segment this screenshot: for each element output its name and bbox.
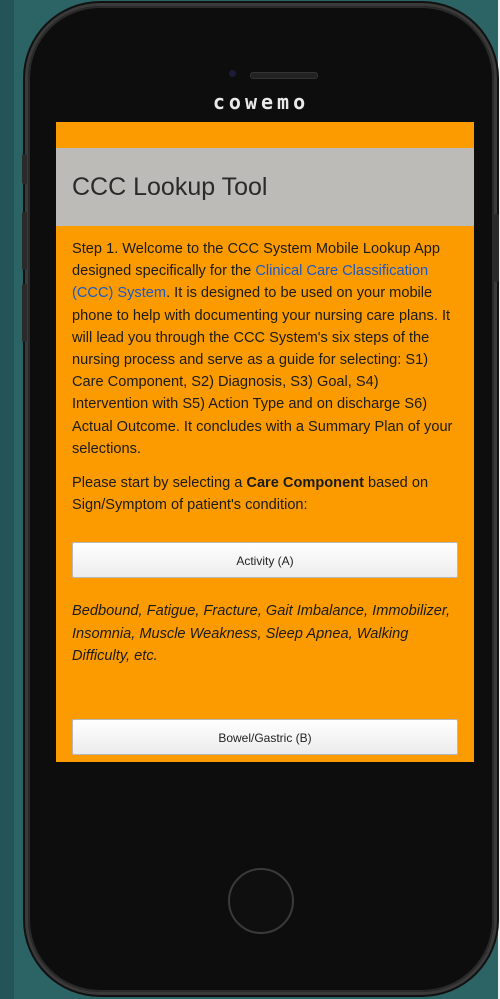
home-button[interactable]: [228, 868, 294, 934]
backdrop-edge: [0, 0, 14, 999]
power-button: [494, 214, 499, 282]
intro-text: Step 1. Welcome to the CCC System Mobile…: [72, 238, 458, 460]
intro-text-end: . It is designed to be used on your mobi…: [72, 285, 453, 457]
bowel-gastric-button[interactable]: Bowel/Gastric (B): [72, 719, 458, 756]
phone-brand-logo: cowemo: [212, 90, 310, 114]
activity-button[interactable]: Activity (A): [72, 542, 458, 579]
volume-down-button: [22, 284, 27, 342]
activity-examples: Bedbound, Fatigue, Fracture, Gait Imbala…: [72, 603, 450, 664]
prompt-care-component: Care Component: [246, 475, 364, 492]
app-header: CCC Lookup Tool: [56, 148, 474, 226]
front-camera-icon: [229, 70, 236, 77]
status-strip: [56, 122, 474, 148]
volume-up-button: [22, 212, 27, 270]
earpiece-speaker: [250, 72, 318, 79]
prompt-start: Please start by selecting a: [72, 475, 247, 492]
selection-prompt: Please start by selecting a Care Compone…: [72, 472, 458, 516]
app-screen: CCC Lookup Tool Step 1. Welcome to the C…: [56, 122, 474, 762]
main-content: Step 1. Welcome to the CCC System Mobile…: [56, 226, 474, 756]
page-title: CCC Lookup Tool: [72, 172, 268, 201]
mute-switch: [22, 154, 27, 184]
